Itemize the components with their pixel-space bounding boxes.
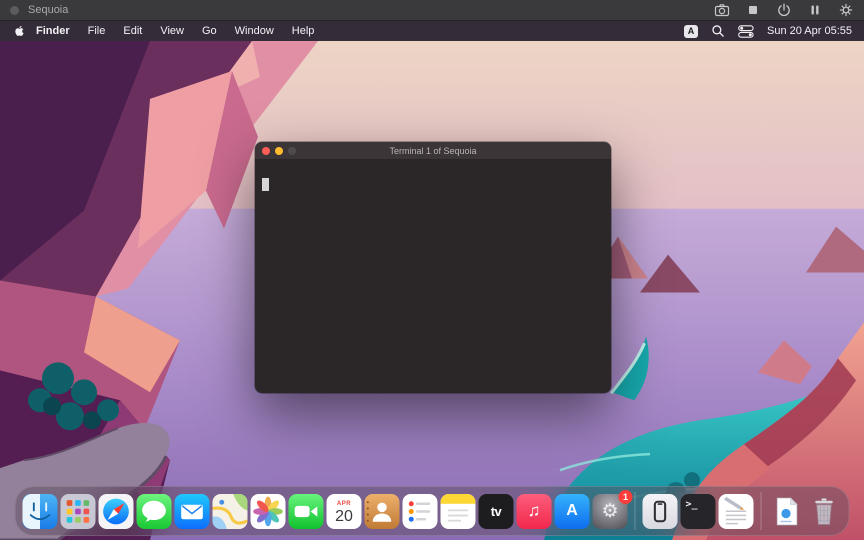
terminal-window: Terminal 1 of Sequoia [255, 142, 611, 393]
vm-title: Sequoia [28, 4, 69, 16]
maps-icon [212, 493, 248, 529]
facetime-icon [288, 493, 324, 529]
dock-item-system-settings[interactable]: ⚙ 1 [592, 489, 633, 529]
apple-logo-icon [15, 25, 24, 36]
menu-go[interactable]: Go [193, 25, 226, 37]
mail-icon [174, 493, 210, 529]
iphone-mirroring-icon [653, 500, 667, 522]
calendar-day-label: 20 [335, 508, 353, 525]
menubar-clock[interactable]: Sun 20 Apr 05:55 [767, 25, 852, 37]
dock-item-launchpad[interactable] [60, 493, 96, 529]
calendar-month-label: APR [336, 501, 352, 507]
gear-icon[interactable] [838, 2, 854, 18]
minimize-button[interactable] [275, 146, 283, 155]
menu-window[interactable]: Window [226, 25, 283, 37]
dock-item-trash[interactable] [807, 494, 842, 529]
photos-icon [250, 493, 286, 529]
pause-icon[interactable] [807, 2, 823, 18]
dock-item-document[interactable] [769, 494, 804, 529]
menu-file[interactable]: File [79, 25, 115, 37]
stop-icon[interactable] [745, 2, 761, 18]
dock-item-finder[interactable] [22, 493, 58, 529]
contacts-icon [364, 493, 400, 529]
dock-item-calendar[interactable]: APR 20 [326, 493, 362, 529]
terminal-cursor [262, 178, 269, 191]
menu-view[interactable]: View [151, 25, 193, 37]
menubar: Finder File Edit View Go Window Help A S… [0, 21, 864, 41]
menu-edit[interactable]: Edit [114, 25, 151, 37]
notes-icon [440, 493, 476, 529]
dock-item-notes[interactable] [440, 493, 476, 529]
document-icon [776, 496, 798, 525]
control-center-icon[interactable] [738, 24, 754, 38]
dock-item-tv[interactable]: tv [478, 493, 514, 529]
app-store-letter: A [566, 502, 578, 519]
dock-item-textedit[interactable] [718, 493, 754, 529]
terminal-prompt-glyph: >_ [685, 498, 698, 510]
zoom-button[interactable] [288, 146, 296, 155]
vm-titlebar-left: Sequoia [10, 4, 68, 16]
dock-item-facetime[interactable] [288, 493, 324, 529]
apple-menu[interactable] [12, 24, 29, 38]
textedit-icon [718, 493, 754, 529]
terminal-window-title: Terminal 1 of Sequoia [389, 145, 477, 156]
screen: Sequoia Finder File Edit View Go Window … [0, 0, 864, 540]
dock-item-messages[interactable] [136, 493, 172, 529]
dock-separator [760, 492, 762, 530]
traffic-lights [262, 146, 296, 155]
input-source-icon[interactable]: A [683, 24, 698, 38]
search-icon[interactable] [711, 24, 725, 38]
dock-item-mail[interactable] [174, 493, 210, 529]
camera-icon[interactable] [714, 2, 730, 18]
notification-badge: 1 [618, 489, 633, 504]
tv-logo-label: tv [490, 503, 502, 519]
trash-icon [815, 497, 833, 525]
dock-item-contacts[interactable] [364, 493, 400, 529]
terminal-content[interactable] [255, 160, 611, 393]
reminders-icon [402, 493, 438, 529]
music-note-icon: ♫ [527, 501, 541, 520]
vm-titlebar: Sequoia [0, 0, 864, 21]
dock-item-app-store[interactable]: A [554, 493, 590, 529]
desktop: Terminal 1 of Sequoia APR 20 tv ♫ A ⚙ 1 … [0, 41, 864, 540]
menubar-status: A Sun 20 Apr 05:55 [683, 24, 852, 38]
dock-item-iphone-mirroring[interactable] [642, 493, 678, 529]
close-button[interactable] [262, 146, 270, 155]
dock-item-maps[interactable] [212, 493, 248, 529]
dock: APR 20 tv ♫ A ⚙ 1 >_ [14, 486, 850, 536]
safari-icon [98, 493, 134, 529]
dock-separator [634, 492, 636, 530]
vm-toolbar [714, 2, 854, 18]
finder-icon [22, 493, 58, 529]
messages-icon [136, 493, 172, 529]
dock-item-terminal[interactable]: >_ [680, 493, 716, 529]
menu-help[interactable]: Help [283, 25, 324, 37]
terminal-titlebar[interactable]: Terminal 1 of Sequoia [255, 142, 611, 160]
dock-item-photos[interactable] [250, 493, 286, 529]
launchpad-icon [60, 493, 96, 529]
dock-item-reminders[interactable] [402, 493, 438, 529]
dock-item-music[interactable]: ♫ [516, 493, 552, 529]
power-icon[interactable] [776, 2, 792, 18]
menubar-menus: Finder File Edit View Go Window Help [12, 24, 323, 38]
vm-window-button[interactable] [10, 5, 19, 15]
dock-item-safari[interactable] [98, 493, 134, 529]
menu-finder[interactable]: Finder [29, 25, 79, 37]
settings-gear-icon: ⚙ [601, 500, 619, 522]
